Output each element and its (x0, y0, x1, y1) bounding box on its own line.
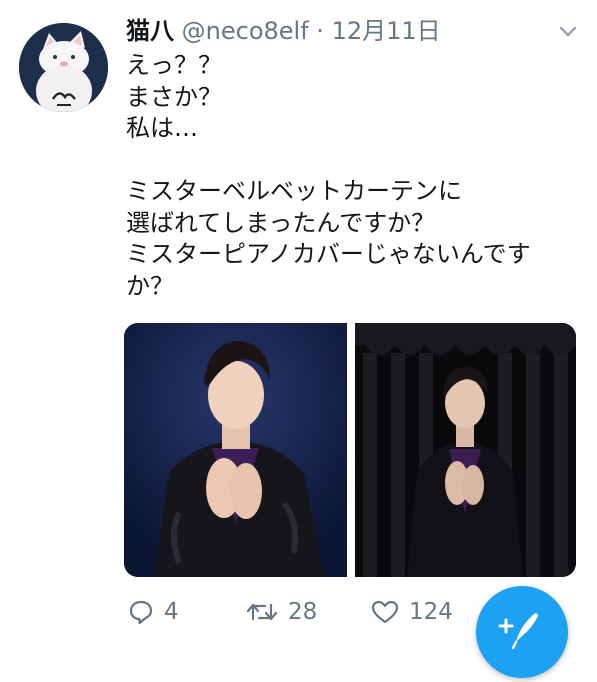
tweet-text: えっ？？ まさか？ 私は… ミスターベルベットカーテンに 選ばれてしまったんです… (126, 50, 566, 302)
retweet-icon (246, 603, 278, 621)
compose-tweet-button[interactable] (476, 586, 568, 678)
tweet-line: えっ？？ (126, 51, 222, 79)
reply-count: 4 (164, 599, 179, 625)
reply-button[interactable]: 4 (128, 590, 179, 634)
tweet-date[interactable]: 12月11日 (332, 17, 441, 45)
retweet-button[interactable]: 28 (246, 590, 317, 634)
media-gallery (124, 323, 576, 577)
tweet-line: 私は… (126, 114, 198, 142)
like-button[interactable]: 124 (371, 590, 453, 634)
user-handle[interactable]: @neco8elf (182, 17, 309, 45)
display-name[interactable]: 猫八 (126, 17, 174, 45)
tweet-line: 選ばれてしまったんですか？ (126, 208, 436, 237)
tweet-header: 猫八 @neco8elf · 12月11日 (126, 14, 441, 48)
separator-dot: · (316, 17, 324, 45)
reply-icon (129, 600, 153, 625)
tweet-line (126, 145, 566, 177)
media-photo-1[interactable] (124, 323, 347, 577)
retweet-count: 28 (288, 599, 318, 625)
media-photo-2[interactable] (355, 323, 576, 577)
compose-icon (498, 613, 538, 650)
tweet-line: まさか？ (126, 82, 222, 111)
cat-figure-icon (19, 23, 108, 112)
heart-icon (371, 600, 399, 624)
avatar[interactable] (19, 23, 108, 112)
tweet-line: ミスターピアノカバーじゃないんです (126, 240, 531, 268)
tweet-line: か？ (126, 271, 174, 300)
tweet-line: ミスターベルベットカーテンに (126, 177, 462, 205)
like-count: 124 (409, 599, 453, 625)
chevron-down-icon[interactable] (556, 22, 580, 42)
